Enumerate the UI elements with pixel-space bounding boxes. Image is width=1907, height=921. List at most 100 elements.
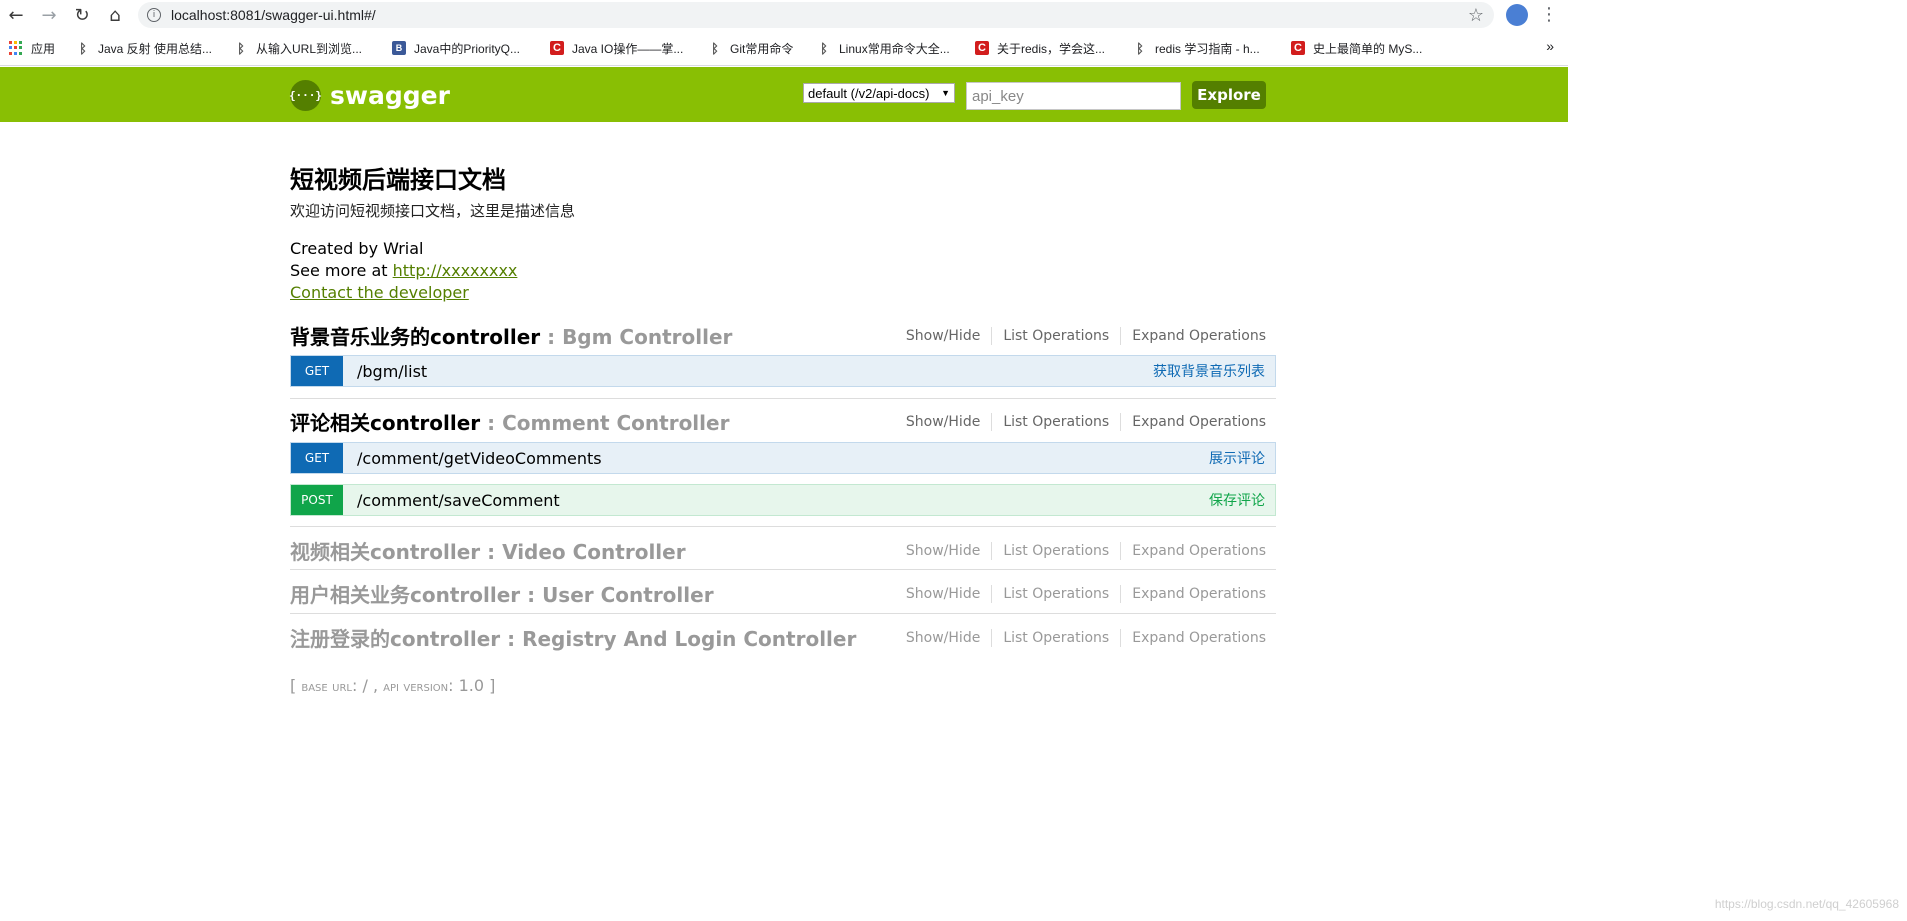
show-hide-link[interactable]: Show/Hide: [906, 414, 980, 430]
explore-button[interactable]: Explore: [1192, 81, 1266, 109]
bookmark-item[interactable]: C 史上最简单的 MyS...: [1291, 40, 1422, 56]
list-operations-link[interactable]: List Operations: [1003, 586, 1109, 602]
operation-path[interactable]: /bgm/list: [357, 362, 427, 381]
operation-path[interactable]: /comment/saveComment: [357, 491, 560, 510]
api-info-footer: [ base url: / , api version: 1.0 ]: [290, 676, 495, 695]
resource-ops: Show/Hide List Operations Expand Operati…: [906, 413, 1266, 431]
yuque-icon: ᛒ: [237, 40, 245, 56]
resource-heading[interactable]: 视频相关controller : Video Controller: [290, 536, 686, 565]
list-operations-link[interactable]: List Operations: [1003, 414, 1109, 430]
spec-select[interactable]: default (/v2/api-docs) ▼: [803, 83, 955, 103]
swagger-header: {···} swagger default (/v2/api-docs) ▼ a…: [0, 67, 1568, 122]
method-badge[interactable]: POST: [291, 485, 343, 515]
list-operations-link[interactable]: List Operations: [1003, 543, 1109, 559]
bookmarks-overflow-icon[interactable]: »: [1546, 38, 1554, 54]
resource-name: 用户相关业务controller: [290, 583, 521, 607]
expand-operations-link[interactable]: Expand Operations: [1132, 328, 1266, 344]
footer-open-bracket: [: [290, 676, 302, 695]
operation-summary[interactable]: 保存评论: [1209, 490, 1265, 510]
expand-operations-link[interactable]: Expand Operations: [1132, 414, 1266, 430]
resource-heading[interactable]: 评论相关controller : Comment Controller: [290, 407, 729, 436]
yuque-icon: ᛒ: [711, 40, 719, 56]
forward-arrow-icon[interactable]: →: [38, 4, 60, 26]
swagger-logo-icon: {···}: [289, 79, 322, 111]
expand-operations-link[interactable]: Expand Operations: [1132, 630, 1266, 646]
bookmark-item[interactable]: ᛒ redis 学习指南 - h...: [1133, 40, 1260, 56]
operation-row[interactable]: POST /comment/saveComment 保存评论: [290, 484, 1276, 516]
divider: [991, 629, 993, 647]
bookmark-label: 从输入URL到浏览...: [256, 41, 363, 56]
bookmark-item[interactable]: ᛒ Linux常用命令大全...: [817, 40, 950, 56]
contact-line: Contact the developer: [290, 283, 469, 302]
resource-name: 评论相关controller: [290, 411, 481, 435]
list-operations-link[interactable]: List Operations: [1003, 630, 1109, 646]
url-text[interactable]: localhost:8081/swagger-ui.html#/: [171, 7, 376, 23]
operation-path[interactable]: /comment/getVideoComments: [357, 449, 602, 468]
bookmark-apps[interactable]: 应用: [9, 40, 55, 56]
watermark: https://blog.csdn.net/qq_42605968: [1714, 897, 1899, 911]
operation-summary[interactable]: 获取背景音乐列表: [1153, 361, 1265, 381]
home-icon[interactable]: ⌂: [104, 4, 126, 26]
see-more-link[interactable]: http://xxxxxxxx: [393, 261, 518, 280]
base-url-label: base url: [301, 679, 352, 695]
yuque-icon: ᛒ: [820, 40, 828, 56]
list-operations-link[interactable]: List Operations: [1003, 328, 1109, 344]
expand-operations-link[interactable]: Expand Operations: [1132, 543, 1266, 559]
back-arrow-icon[interactable]: ←: [5, 4, 27, 26]
address-bar[interactable]: i localhost:8081/swagger-ui.html#/ ☆: [138, 2, 1494, 28]
bookmark-label: Java IO操作——掌...: [572, 41, 684, 56]
operation-row[interactable]: GET /bgm/list 获取背景音乐列表: [290, 355, 1276, 387]
site-info-icon[interactable]: i: [147, 8, 161, 22]
created-by: Created by Wrial: [290, 239, 424, 258]
bookmark-item[interactable]: ᛒ Git常用命令: [708, 40, 793, 56]
resource-heading[interactable]: 注册登录的controller : Registry And Login Con…: [290, 623, 856, 652]
resource-name: 注册登录的controller: [290, 627, 501, 651]
bookmark-item[interactable]: ᛒ Java 反射 使用总结...: [76, 40, 212, 56]
show-hide-link[interactable]: Show/Hide: [906, 630, 980, 646]
reload-icon[interactable]: ↻: [71, 4, 93, 26]
api-key-input[interactable]: api_key: [966, 82, 1181, 110]
divider: [1120, 413, 1122, 431]
browser-menu-icon[interactable]: ⋮: [1540, 4, 1558, 26]
resource-divider: [290, 526, 1276, 527]
csdn-icon: C: [550, 41, 564, 55]
bookmark-item[interactable]: C 关于redis，学会这...: [975, 40, 1105, 56]
divider: [1120, 327, 1122, 345]
show-hide-link[interactable]: Show/Hide: [906, 543, 980, 559]
divider: [991, 413, 993, 431]
bookmark-label: 关于redis，学会这...: [997, 41, 1106, 56]
base-url-value: : / ,: [351, 676, 384, 695]
show-hide-link[interactable]: Show/Hide: [906, 328, 980, 344]
bookmark-item[interactable]: B Java中的PriorityQ...: [392, 40, 520, 56]
operation-summary[interactable]: 展示评论: [1209, 448, 1265, 468]
resource-subtitle: : Video Controller: [480, 540, 686, 564]
method-badge[interactable]: GET: [291, 443, 343, 473]
see-more-prefix: See more at: [290, 261, 393, 280]
resource-divider: [290, 569, 1276, 570]
contact-developer-link[interactable]: Contact the developer: [290, 283, 469, 302]
bookmark-item[interactable]: C Java IO操作——掌...: [550, 40, 683, 56]
resource-ops: Show/Hide List Operations Expand Operati…: [906, 629, 1266, 647]
api-version-value: : 1.0: [448, 676, 490, 695]
api-version-label: api version: [383, 679, 449, 695]
resource-ops: Show/Hide List Operations Expand Operati…: [906, 585, 1266, 603]
bookmarks-bar: 应用 ᛒ Java 反射 使用总结... ᛒ 从输入URL到浏览... B Ja…: [0, 30, 1568, 66]
show-hide-link[interactable]: Show/Hide: [906, 586, 980, 602]
method-badge[interactable]: GET: [291, 356, 343, 386]
resource-heading[interactable]: 用户相关业务controller : User Controller: [290, 579, 714, 608]
expand-operations-link[interactable]: Expand Operations: [1132, 586, 1266, 602]
swagger-logo[interactable]: {···} swagger: [289, 79, 450, 111]
apps-grid-icon: [9, 41, 23, 55]
operation-row[interactable]: GET /comment/getVideoComments 展示评论: [290, 442, 1276, 474]
bookmark-item[interactable]: ᛒ 从输入URL到浏览...: [234, 40, 362, 56]
spec-select-value: default (/v2/api-docs): [808, 85, 930, 101]
see-more-line: See more at http://xxxxxxxx: [290, 261, 517, 280]
bookmark-star-icon[interactable]: ☆: [1468, 5, 1484, 26]
bookmark-label: 应用: [31, 41, 56, 56]
bookmark-label: Java中的PriorityQ...: [414, 41, 521, 56]
divider: [1120, 585, 1122, 603]
divider: [1120, 629, 1122, 647]
profile-avatar[interactable]: [1506, 4, 1528, 26]
resource-divider: [290, 398, 1276, 399]
resource-heading[interactable]: 背景音乐业务的controller : Bgm Controller: [290, 321, 732, 350]
